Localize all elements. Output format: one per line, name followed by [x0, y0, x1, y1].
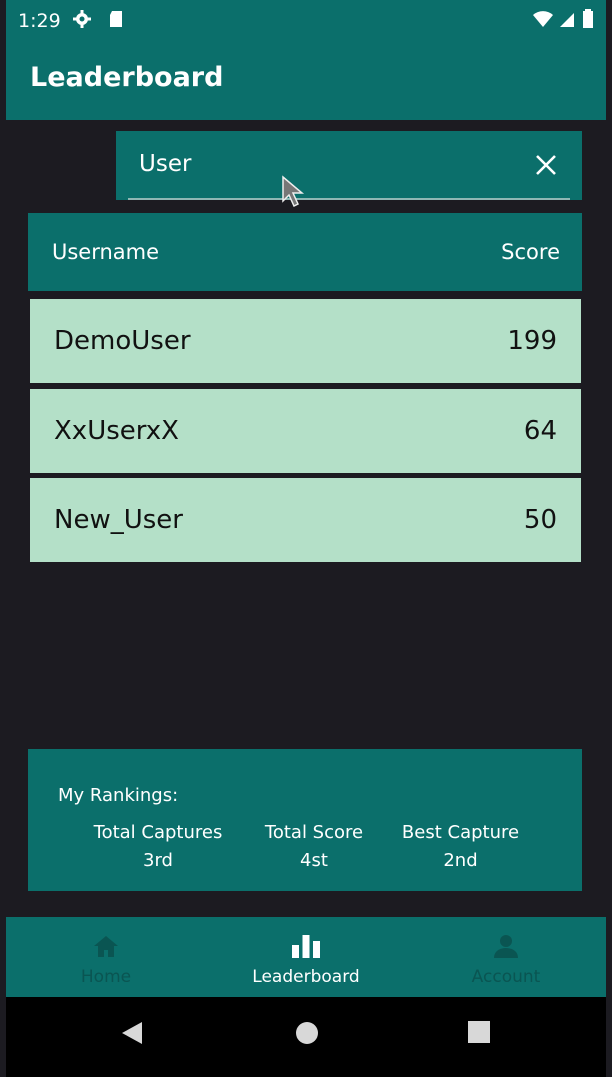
row-username: XxUserxX — [54, 416, 179, 446]
table-row[interactable]: XxUserxX 64 — [30, 389, 581, 473]
ranking-value: 3rd — [143, 850, 173, 871]
leaderboard-icon — [292, 935, 320, 958]
ranking-total-score: Total Score 4st — [244, 819, 384, 875]
row-score: 64 — [523, 416, 557, 446]
ranking-best-capture: Best Capture 2nd — [388, 819, 533, 875]
ranking-label: Total Captures — [93, 822, 223, 843]
column-header-username: Username — [52, 240, 160, 264]
row-username: DemoUser — [54, 326, 191, 356]
row-username: New_User — [54, 505, 183, 535]
page-title: Leaderboard — [30, 62, 224, 93]
home-icon — [94, 936, 118, 957]
ranking-total-captures: Total Captures 3rd — [83, 819, 233, 875]
ranking-label: Total Score — [264, 822, 364, 843]
status-bar: 1:29 — [6, 0, 606, 40]
sd-card-icon — [110, 11, 122, 27]
app-bar: Leaderboard — [6, 40, 606, 120]
app-screen: 1:29 Leaderboard User Username Score Dem… — [6, 0, 606, 1077]
table-row[interactable]: New_User 50 — [30, 478, 581, 562]
account-icon — [494, 935, 518, 958]
status-time: 1:29 — [18, 10, 61, 32]
my-rankings-card: My Rankings: Total Captures 3rd Total Sc… — [28, 749, 582, 891]
battery-icon — [583, 9, 593, 28]
rankings-heading: My Rankings: — [58, 785, 179, 806]
mouse-pointer-icon — [282, 175, 305, 208]
nav-item-leaderboard[interactable]: Leaderboard — [206, 917, 406, 997]
nav-label-home: Home — [80, 967, 132, 987]
close-icon[interactable] — [534, 153, 558, 177]
ranking-value: 2nd — [443, 850, 478, 871]
table-header: Username Score — [28, 213, 582, 291]
back-icon[interactable] — [120, 1020, 144, 1046]
nav-item-account[interactable]: Account — [406, 917, 606, 997]
bottom-navigation: Home Leaderboard Account — [6, 917, 606, 997]
ranking-label: Best Capture — [401, 822, 520, 843]
table-row[interactable]: DemoUser 199 — [30, 299, 581, 383]
row-score: 199 — [507, 326, 557, 356]
column-header-score: Score — [501, 240, 560, 264]
settings-icon — [73, 10, 91, 28]
nav-label-leaderboard: Leaderboard — [252, 967, 360, 987]
row-score: 50 — [523, 505, 557, 535]
recents-icon[interactable] — [467, 1020, 491, 1044]
search-underline — [128, 198, 570, 200]
home-button-icon[interactable] — [294, 1020, 320, 1046]
nav-label-account: Account — [471, 967, 541, 987]
search-input[interactable]: User — [139, 151, 191, 177]
signal-icon — [560, 13, 574, 27]
wifi-icon — [533, 11, 553, 27]
ranking-value: 4st — [300, 850, 328, 871]
search-field[interactable]: User — [116, 131, 582, 200]
nav-item-home[interactable]: Home — [6, 917, 206, 997]
system-navigation-bar — [6, 997, 606, 1077]
